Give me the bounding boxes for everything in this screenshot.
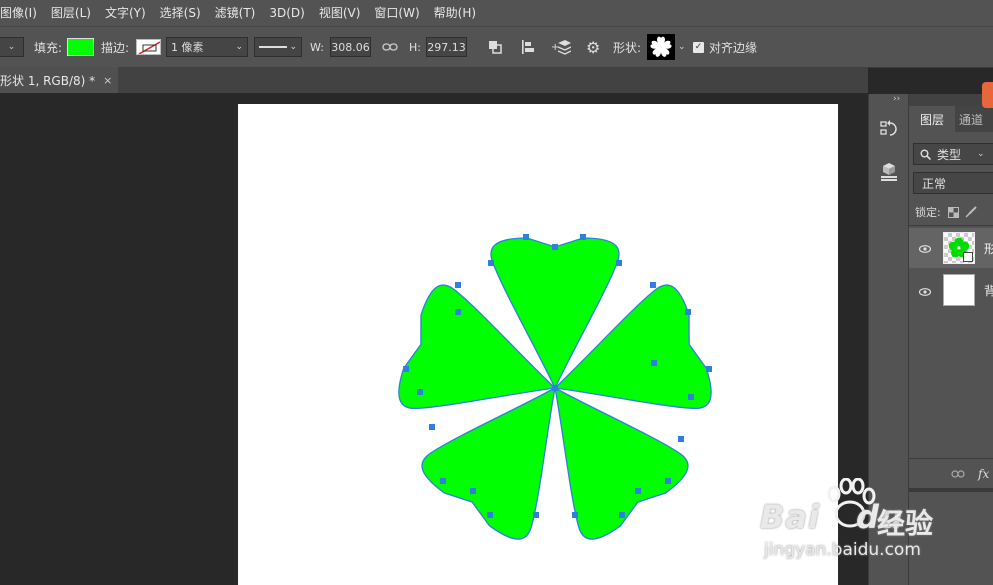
stroke-width-value: 1 像素 (171, 41, 204, 54)
history-panel-icon[interactable] (878, 118, 900, 140)
tab-channels-label: 通道 (959, 112, 984, 127)
layer-thumbnail (943, 274, 975, 306)
blend-mode-value: 正常 (922, 176, 947, 191)
path-alignment-icon[interactable] (520, 39, 536, 55)
blend-mode-dropdown[interactable]: 正常 (913, 172, 993, 194)
chevron-down-icon: ⌄ (7, 42, 16, 52)
width-label: W: (310, 40, 324, 54)
menu-view[interactable]: 视图(V) (312, 0, 368, 26)
gear-icon[interactable]: ⚙ (586, 38, 600, 57)
lock-label: 锁定: (915, 206, 941, 219)
width-input[interactable]: 308.06 (330, 37, 371, 57)
lock-row: 锁定: (915, 201, 977, 223)
path-arrangement-icon[interactable]: + (551, 38, 571, 56)
eye-icon[interactable] (918, 285, 932, 296)
chevron-down-icon: ⌄ (235, 42, 243, 52)
menu-image[interactable]: 图像(I) (0, 0, 44, 26)
tab-layers-label: 图层 (919, 112, 944, 127)
layers-list-border (909, 225, 993, 226)
panel-notification-icon (982, 82, 993, 108)
document-tab-bar: 形状 1, RGB/8) * × (0, 67, 868, 94)
solid-line-icon (259, 46, 287, 48)
shape-picker[interactable]: ⌄ (647, 27, 686, 67)
path-operations-icon[interactable] (487, 39, 503, 55)
chevron-down-icon: ⌄ (289, 42, 297, 52)
document-tab[interactable]: 形状 1, RGB/8) * × (0, 67, 118, 93)
tab-channels[interactable]: 通道 (959, 106, 993, 132)
document-canvas[interactable] (238, 104, 838, 585)
menu-bar: 图像(I) 图层(L) 文字(Y) 选择(S) 滤镜(T) 3D(D) 视图(V… (0, 0, 993, 26)
search-icon (920, 149, 931, 160)
height-label: H: (409, 40, 421, 54)
fill-label: 填充: (34, 40, 63, 55)
close-icon[interactable]: × (103, 74, 112, 87)
lock-transparent-pixels-icon[interactable] (947, 206, 959, 218)
layer-name: 背 (984, 284, 993, 298)
collapsed-panel-strip: ›› (868, 94, 909, 585)
chevron-down-icon: ⌄ (678, 42, 686, 52)
layers-panel: 图层 通道 类型 ⌄ 正常 锁定: 形 背 fx (908, 94, 993, 585)
menu-type[interactable]: 文字(Y) (98, 0, 153, 26)
panel-top-bar (909, 94, 993, 106)
document-tab-title: 形状 1, RGB/8) * (0, 73, 96, 88)
stroke-label: 描边: (101, 40, 130, 55)
layer-style-fx-button[interactable]: fx (978, 467, 989, 481)
link-icon[interactable] (382, 42, 398, 52)
shape-layer-badge-icon (963, 252, 973, 262)
menu-window[interactable]: 窗口(W) (367, 0, 426, 26)
layer-filter-dropdown[interactable]: 类型 ⌄ (913, 143, 993, 165)
tool-mode-dropdown[interactable]: ⌄ (0, 27, 24, 67)
properties-panel-icon[interactable] (878, 160, 900, 182)
panel-footer-divider (909, 488, 993, 492)
fill-color-swatch[interactable] (67, 38, 94, 56)
menu-help[interactable]: 帮助(H) (427, 0, 483, 26)
height-value: 297.13 (427, 40, 466, 54)
align-edges-checkbox[interactable]: ✓ (693, 41, 704, 53)
eye-icon[interactable] (918, 242, 932, 253)
canvas-area[interactable] (0, 94, 868, 585)
chevron-down-icon: ⌄ (977, 149, 985, 159)
height-input[interactable]: 297.13 (426, 37, 467, 57)
lock-image-pixels-icon[interactable] (965, 206, 977, 218)
layer-row-shape[interactable]: 形 (909, 228, 993, 268)
link-layers-icon[interactable] (951, 470, 965, 478)
double-chevron-right-icon[interactable]: ›› (893, 94, 900, 104)
menu-layer[interactable]: 图层(L) (44, 0, 98, 26)
stroke-color-swatch[interactable] (136, 39, 161, 55)
layer-row-background[interactable]: 背 (909, 269, 993, 309)
flower-shape-icon (650, 36, 672, 57)
menu-3d[interactable]: 3D(D) (262, 0, 311, 26)
layers-panel-footer: fx (909, 458, 993, 489)
shape-label: 形状: (613, 40, 642, 55)
menu-filter[interactable]: 滤镜(T) (208, 0, 263, 26)
options-bar: ⌄ 填充: 描边: 1 像素 ⌄ ⌄ W: 308.06 H: 297.13 +… (0, 26, 993, 68)
tab-layers[interactable]: 图层 (909, 106, 955, 132)
align-edges-label: 对齐边缘 (709, 40, 758, 55)
no-stroke-icon (138, 41, 160, 54)
layer-name: 形 (984, 242, 993, 256)
width-value: 308.06 (331, 40, 370, 54)
menu-select[interactable]: 选择(S) (153, 0, 208, 26)
layer-filter-label: 类型 (937, 147, 962, 162)
stroke-type-dropdown[interactable]: ⌄ (254, 27, 302, 67)
stroke-width-dropdown[interactable]: 1 像素 ⌄ (166, 27, 248, 67)
flower-shape[interactable] (238, 104, 838, 585)
